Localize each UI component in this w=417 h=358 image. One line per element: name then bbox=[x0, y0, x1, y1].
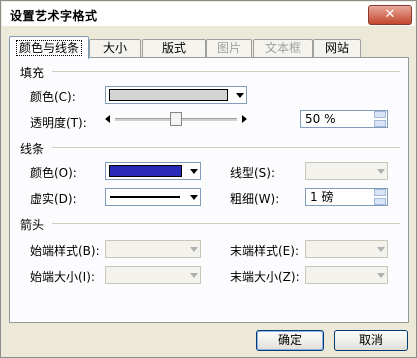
line-color-swatch bbox=[109, 165, 182, 177]
tab-strip: 颜色与线条 大小 版式 图片 文本框 网站 bbox=[9, 36, 409, 59]
ok-button[interactable]: 确定 bbox=[256, 330, 324, 351]
fill-divider bbox=[52, 71, 400, 72]
chevron-down-icon bbox=[377, 169, 385, 174]
close-button[interactable]: ✕ bbox=[368, 5, 412, 25]
cancel-button[interactable]: 取消 bbox=[334, 330, 408, 351]
line-weight-label: 粗细(W): bbox=[230, 192, 280, 206]
arrows-divider bbox=[52, 223, 400, 224]
slider-thumb[interactable] bbox=[170, 112, 182, 126]
line-color-label: 颜色(O): bbox=[30, 166, 77, 180]
title-bar: 设置艺术字格式 ✕ bbox=[2, 2, 415, 26]
dashed-label: 虚实(D): bbox=[30, 192, 77, 206]
chevron-down-icon bbox=[236, 93, 244, 98]
tab-text-box: 文本框 bbox=[253, 39, 313, 58]
chevron-down-icon bbox=[190, 195, 198, 200]
arrows-heading: 箭头 bbox=[20, 218, 45, 232]
spin-down-icon[interactable] bbox=[374, 198, 386, 205]
fill-color-label: 颜色(C): bbox=[30, 90, 76, 104]
tab-size[interactable]: 大小 bbox=[89, 39, 141, 58]
line-weight-value: 1 磅 bbox=[310, 190, 334, 204]
line-weight-spinner[interactable]: 1 磅 bbox=[305, 188, 388, 206]
chevron-down-icon bbox=[190, 169, 198, 174]
line-divider bbox=[52, 147, 400, 148]
chevron-down-icon bbox=[190, 273, 198, 278]
fill-color-dropdown[interactable] bbox=[105, 86, 247, 104]
tab-colors-and-lines[interactable]: 颜色与线条 bbox=[9, 36, 89, 59]
spin-up-icon[interactable] bbox=[374, 111, 386, 118]
end-size-dropdown bbox=[305, 266, 388, 284]
begin-size-label: 始端大小(I): bbox=[30, 270, 95, 284]
tab-web[interactable]: 网站 bbox=[313, 39, 361, 58]
tab-panel: 填充 颜色(C): 透明度(T): 50 % 线条 颜色(O): 线型(S): bbox=[9, 57, 409, 323]
tab-picture: 图片 bbox=[206, 39, 252, 58]
line-color-dropdown[interactable] bbox=[105, 162, 201, 180]
chevron-down-icon bbox=[377, 247, 385, 252]
transparency-spinner[interactable]: 50 % bbox=[300, 110, 388, 128]
transparency-value: 50 % bbox=[305, 112, 336, 126]
chevron-down-icon bbox=[190, 247, 198, 252]
spin-down-icon[interactable] bbox=[374, 120, 386, 127]
line-style-label: 线型(S): bbox=[230, 166, 276, 180]
line-sample bbox=[110, 196, 180, 198]
end-style-label: 末端样式(E): bbox=[230, 244, 299, 258]
begin-style-label: 始端样式(B): bbox=[30, 244, 100, 258]
slider-left-arrow-icon[interactable] bbox=[105, 115, 110, 123]
transparency-label: 透明度(T): bbox=[30, 116, 87, 130]
line-heading: 线条 bbox=[20, 142, 45, 156]
slider-right-arrow-icon[interactable] bbox=[242, 115, 247, 123]
dashed-dropdown[interactable] bbox=[105, 188, 201, 206]
line-style-dropdown bbox=[305, 162, 388, 180]
fill-heading: 填充 bbox=[20, 66, 45, 80]
begin-size-dropdown bbox=[105, 266, 201, 284]
tab-layout[interactable]: 版式 bbox=[142, 39, 206, 58]
end-style-dropdown bbox=[305, 240, 388, 258]
format-wordart-dialog: 设置艺术字格式 ✕ 颜色与线条 大小 版式 图片 文本框 网站 填充 颜色(C)… bbox=[0, 0, 417, 358]
dialog-title: 设置艺术字格式 bbox=[10, 9, 98, 23]
begin-style-dropdown bbox=[105, 240, 201, 258]
fill-color-swatch bbox=[109, 89, 228, 101]
spin-up-icon[interactable] bbox=[374, 189, 386, 196]
transparency-slider[interactable] bbox=[105, 110, 247, 128]
end-size-label: 末端大小(Z): bbox=[230, 270, 300, 284]
close-icon: ✕ bbox=[384, 7, 396, 22]
chevron-down-icon bbox=[377, 273, 385, 278]
